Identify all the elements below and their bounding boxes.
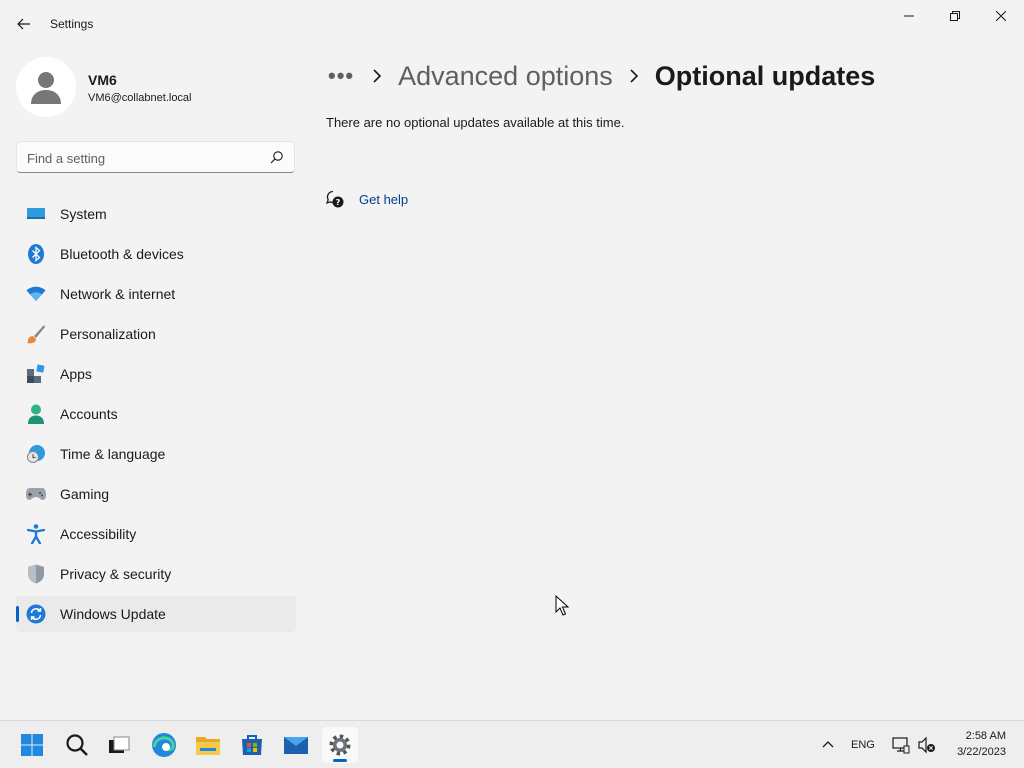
- chevron-right-icon: [372, 69, 382, 83]
- time-language-icon: [26, 444, 46, 464]
- clock-time[interactable]: 2:58 AM: [940, 730, 1006, 742]
- sidebar-item-network-internet[interactable]: Network & internet: [16, 276, 296, 312]
- sidebar-item-privacy-security[interactable]: Privacy & security: [16, 556, 296, 592]
- sidebar-item-apps[interactable]: Apps: [16, 356, 296, 392]
- sidebar-item-label: Network & internet: [60, 286, 176, 302]
- breadcrumb-more-button[interactable]: •••: [328, 63, 354, 89]
- close-icon: [996, 11, 1006, 21]
- minimize-button[interactable]: [886, 0, 932, 32]
- sidebar-item-accessibility[interactable]: Accessibility: [16, 516, 296, 552]
- sidebar-item-label: Apps: [60, 366, 92, 382]
- start-icon: [21, 734, 43, 756]
- taskbar: ENG 2:58 AM 3/22/2023: [0, 720, 1024, 768]
- svg-text:?: ?: [336, 198, 341, 207]
- gamepad-icon: [26, 484, 46, 504]
- sidebar-nav: System Bluetooth & devices Network & int…: [16, 196, 296, 636]
- mail-icon: [284, 737, 308, 754]
- search-icon: [66, 734, 88, 756]
- language-indicator[interactable]: ENG: [851, 739, 875, 751]
- taskbar-search-button[interactable]: [59, 727, 95, 763]
- user-email: VM6@collabnet.local: [88, 92, 192, 104]
- sidebar-item-time-language[interactable]: Time & language: [16, 436, 296, 472]
- title-bar: Settings: [0, 0, 1024, 48]
- sidebar-item-label: Bluetooth & devices: [60, 246, 184, 262]
- restore-button[interactable]: [932, 0, 978, 32]
- sidebar-item-system[interactable]: System: [16, 196, 296, 232]
- sidebar-item-label: System: [60, 206, 107, 222]
- task-view-icon: [109, 736, 130, 753]
- mouse-cursor-icon: [555, 595, 569, 616]
- store-icon: [242, 735, 262, 755]
- task-view-button[interactable]: [101, 727, 137, 763]
- windows-update-icon: [26, 604, 46, 624]
- bluetooth-icon: [26, 244, 46, 264]
- back-arrow-icon: [17, 18, 30, 30]
- file-explorer-icon: [196, 737, 220, 755]
- sidebar-item-personalization[interactable]: Personalization: [16, 316, 296, 352]
- volume-muted-icon[interactable]: [918, 736, 936, 754]
- breadcrumb: ••• Advanced options Optional updates: [328, 56, 875, 96]
- clock-date[interactable]: 3/22/2023: [940, 746, 1006, 758]
- sidebar-item-label: Time & language: [60, 446, 166, 462]
- apps-icon: [26, 364, 46, 384]
- search-box[interactable]: [16, 141, 295, 173]
- mail-button[interactable]: [278, 727, 314, 763]
- back-button[interactable]: [10, 12, 38, 36]
- start-button[interactable]: [14, 727, 50, 763]
- user-icon: [31, 72, 61, 104]
- chevron-up-icon[interactable]: [820, 737, 836, 753]
- edge-button[interactable]: [146, 727, 182, 763]
- sidebar-item-label: Accessibility: [60, 526, 137, 542]
- help-icon: ?: [326, 190, 344, 208]
- page-title: Optional updates: [654, 60, 876, 91]
- accounts-icon: [26, 404, 46, 424]
- wifi-icon: [26, 284, 46, 304]
- chevron-right-icon: [629, 69, 639, 83]
- get-help-link[interactable]: ? Get help: [326, 189, 408, 209]
- accessibility-icon: [26, 524, 46, 544]
- sidebar-item-accounts[interactable]: Accounts: [16, 396, 296, 432]
- file-explorer-button[interactable]: [190, 727, 226, 763]
- search-icon[interactable]: [270, 150, 284, 164]
- settings-icon: [329, 734, 351, 756]
- user-name: VM6: [88, 72, 117, 88]
- system-icon: [26, 204, 46, 224]
- sidebar-item-label: Privacy & security: [60, 566, 172, 582]
- breadcrumb-advanced-options[interactable]: Advanced options: [398, 61, 613, 92]
- shield-icon: [26, 564, 46, 584]
- edge-icon: [152, 733, 176, 757]
- get-help-label[interactable]: Get help: [359, 192, 408, 207]
- sidebar-item-bluetooth-devices[interactable]: Bluetooth & devices: [16, 236, 296, 272]
- sidebar-item-label: Personalization: [60, 326, 156, 342]
- settings-button[interactable]: [322, 727, 358, 763]
- restore-icon: [950, 11, 960, 21]
- sidebar-item-label: Gaming: [60, 486, 110, 502]
- app-title: Settings: [50, 17, 94, 31]
- sidebar-item-windows-update[interactable]: Windows Update: [16, 596, 296, 632]
- brush-icon: [26, 324, 46, 344]
- sidebar-item-label: Accounts: [60, 406, 118, 422]
- search-input[interactable]: [27, 148, 257, 168]
- network-icon[interactable]: [892, 736, 910, 754]
- sidebar-item-gaming[interactable]: Gaming: [16, 476, 296, 512]
- sidebar-item-label: Windows Update: [60, 606, 166, 622]
- close-button[interactable]: [978, 0, 1024, 32]
- avatar[interactable]: [16, 57, 76, 117]
- minimize-icon: [904, 15, 914, 17]
- status-message: There are no optional updates available …: [326, 115, 625, 130]
- store-button[interactable]: [234, 727, 270, 763]
